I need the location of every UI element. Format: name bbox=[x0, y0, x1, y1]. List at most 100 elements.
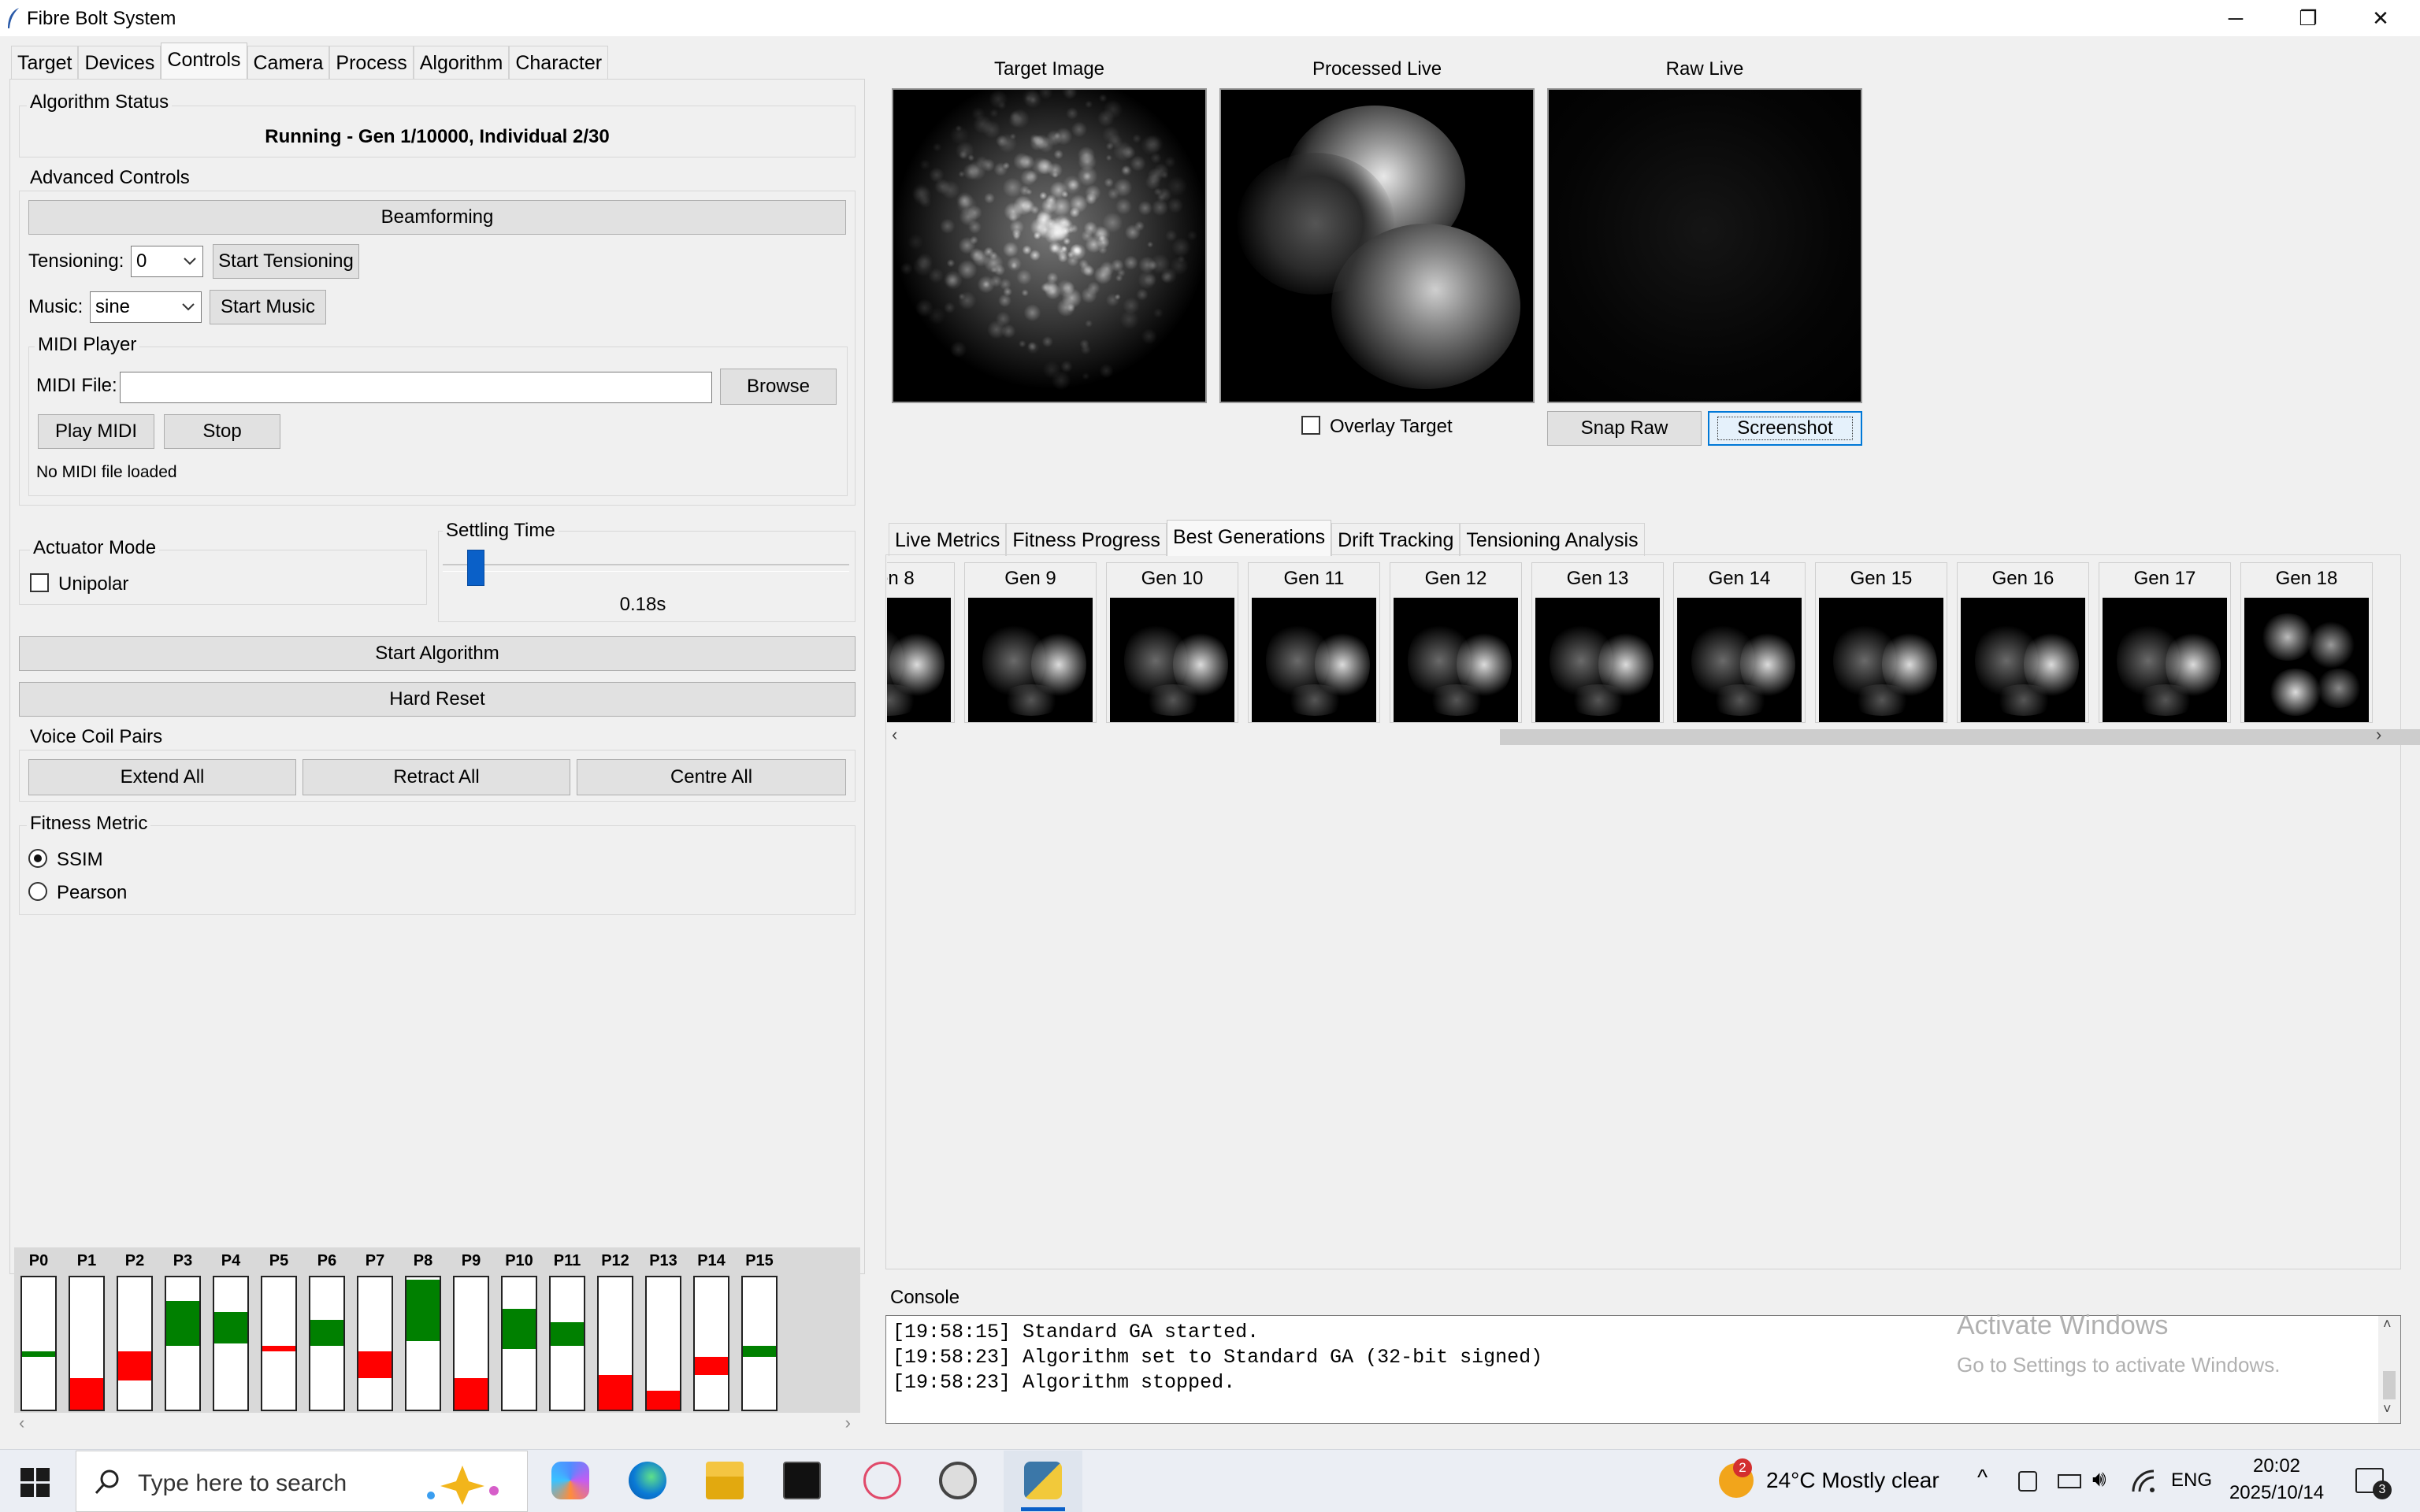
scroll-left-icon[interactable]: ‹ bbox=[19, 1413, 24, 1433]
tab-character[interactable]: Character bbox=[509, 46, 609, 79]
actuator-meter-bar bbox=[20, 1276, 57, 1411]
pearson-radio[interactable] bbox=[28, 882, 47, 901]
generation-card[interactable]: Gen 15 bbox=[1815, 562, 1947, 723]
generation-card[interactable]: Gen 14 bbox=[1673, 562, 1806, 723]
wifi-icon[interactable] bbox=[2132, 1469, 2155, 1493]
scrollbar-thumb[interactable] bbox=[2383, 1371, 2396, 1399]
generation-image bbox=[2244, 598, 2369, 722]
file-explorer-icon[interactable] bbox=[706, 1462, 744, 1499]
scroll-left-icon[interactable]: ‹ bbox=[892, 724, 897, 745]
extend-all-button[interactable]: Extend All bbox=[28, 759, 296, 795]
generation-horizontal-scrollbar[interactable]: ‹ › bbox=[887, 724, 2420, 747]
tab-live-metrics[interactable]: Live Metrics bbox=[889, 523, 1007, 556]
speckle-pattern bbox=[893, 90, 1205, 402]
tab-fitness-progress[interactable]: Fitness Progress bbox=[1006, 523, 1167, 556]
console-line: [19:58:23] Algorithm set to Standard GA … bbox=[893, 1346, 1543, 1369]
actuator-meter-label: P11 bbox=[553, 1252, 581, 1269]
windows-start-icon[interactable] bbox=[20, 1468, 50, 1498]
generation-card[interactable]: Gen 17 bbox=[2099, 562, 2231, 723]
restore-button[interactable]: ❐ bbox=[2272, 0, 2344, 36]
stop-midi-button[interactable]: Stop bbox=[164, 414, 280, 449]
generation-card[interactable]: Gen 8 bbox=[887, 562, 955, 723]
actuator-meter-p10: P10 bbox=[498, 1252, 540, 1411]
generation-card[interactable]: Gen 12 bbox=[1390, 562, 1522, 723]
actuator-meter-p2: P2 bbox=[113, 1252, 156, 1411]
generation-card[interactable]: Gen 16 bbox=[1957, 562, 2089, 723]
close-button[interactable]: ✕ bbox=[2344, 0, 2417, 36]
scroll-right-icon[interactable]: › bbox=[845, 1413, 851, 1433]
tab-devices[interactable]: Devices bbox=[78, 46, 161, 79]
overlay-target-checkbox[interactable] bbox=[1301, 416, 1320, 435]
tab-camera[interactable]: Camera bbox=[247, 46, 330, 79]
generation-image bbox=[1961, 598, 2085, 722]
midi-file-input[interactable] bbox=[120, 372, 712, 403]
centre-all-button[interactable]: Centre All bbox=[577, 759, 846, 795]
retract-all-button[interactable]: Retract All bbox=[302, 759, 570, 795]
activate-windows-subtitle: Go to Settings to activate Windows. bbox=[1957, 1353, 2281, 1377]
tab-algorithm[interactable]: Algorithm bbox=[413, 46, 510, 79]
copilot-icon[interactable] bbox=[551, 1462, 589, 1499]
generation-card[interactable]: Gen 13 bbox=[1531, 562, 1664, 723]
weather-text[interactable]: 24°C Mostly clear bbox=[1766, 1468, 1939, 1493]
tab-drift-tracking[interactable]: Drift Tracking bbox=[1331, 523, 1461, 556]
meter-horizontal-scrollbar[interactable]: ‹ › bbox=[11, 1413, 859, 1435]
generation-card[interactable]: Gen 11 bbox=[1248, 562, 1380, 723]
unipolar-checkbox[interactable] bbox=[30, 573, 49, 592]
minimize-button[interactable]: ─ bbox=[2199, 0, 2272, 36]
actuator-meter-label: P12 bbox=[601, 1252, 629, 1269]
snipping-tool-icon[interactable] bbox=[863, 1462, 901, 1499]
music-label: Music: bbox=[28, 296, 84, 317]
actuator-meter-label: P15 bbox=[745, 1252, 774, 1269]
ssim-radio[interactable] bbox=[28, 849, 47, 868]
beamforming-button[interactable]: Beamforming bbox=[28, 200, 846, 235]
console-vertical-scrollbar[interactable]: ˄ ˅ bbox=[2378, 1316, 2400, 1423]
meet-now-icon[interactable] bbox=[2018, 1471, 2037, 1492]
music-select[interactable]: sine bbox=[90, 291, 202, 323]
scroll-down-icon[interactable]: ˅ bbox=[2383, 1401, 2392, 1418]
tab-tensioning-analysis[interactable]: Tensioning Analysis bbox=[1460, 523, 1645, 556]
processed-live-image bbox=[1219, 88, 1535, 403]
clock-time[interactable]: 20:02 bbox=[2229, 1455, 2324, 1477]
actuator-meter-fill bbox=[503, 1309, 536, 1349]
generation-card[interactable]: Gen 10 bbox=[1106, 562, 1238, 723]
actuator-meter-p6: P6 bbox=[306, 1252, 348, 1411]
volume-icon[interactable]: 🔊︎ bbox=[2092, 1466, 2106, 1492]
actuator-meter-p8: P8 bbox=[402, 1252, 444, 1411]
taskbar-search-box[interactable]: Type here to search bbox=[76, 1451, 528, 1512]
browse-button[interactable]: Browse bbox=[720, 369, 837, 405]
scrollbar-thumb[interactable] bbox=[1500, 729, 2420, 745]
edge-browser-icon[interactable] bbox=[629, 1462, 666, 1499]
settling-time-slider-thumb[interactable] bbox=[466, 550, 484, 586]
actuator-meter-p7: P7 bbox=[354, 1252, 396, 1411]
show-hidden-icons-icon[interactable]: ^ bbox=[1977, 1465, 1988, 1490]
scroll-up-icon[interactable]: ˄ bbox=[2383, 1316, 2392, 1332]
tab-target[interactable]: Target bbox=[11, 46, 79, 79]
battery-icon[interactable] bbox=[2058, 1474, 2081, 1488]
camera-app-icon[interactable] bbox=[939, 1462, 977, 1499]
python-app-taskbar-button[interactable] bbox=[1004, 1451, 1082, 1512]
tab-process[interactable]: Process bbox=[329, 46, 414, 79]
generation-label: Gen 18 bbox=[2275, 568, 2338, 589]
start-algorithm-button[interactable]: Start Algorithm bbox=[19, 636, 856, 671]
screenshot-button[interactable]: Screenshot bbox=[1708, 411, 1862, 446]
hard-reset-button[interactable]: Hard Reset bbox=[19, 682, 856, 717]
snap-raw-button[interactable]: Snap Raw bbox=[1547, 411, 1702, 446]
generation-card[interactable]: Gen 9 bbox=[964, 562, 1097, 723]
settling-time-slider[interactable] bbox=[443, 564, 849, 572]
generation-label: Gen 17 bbox=[2133, 568, 2196, 589]
start-tensioning-button[interactable]: Start Tensioning bbox=[213, 244, 359, 279]
actuator-meter-fill bbox=[599, 1375, 632, 1410]
tab-best-generations[interactable]: Best Generations bbox=[1166, 520, 1332, 556]
tensioning-select[interactable]: 0 bbox=[131, 246, 203, 277]
start-music-button[interactable]: Start Music bbox=[210, 290, 326, 324]
language-indicator[interactable]: ENG bbox=[2171, 1469, 2212, 1492]
generation-image bbox=[1819, 598, 1943, 722]
chevron-down-icon bbox=[182, 303, 195, 311]
terminal-icon[interactable] bbox=[783, 1462, 821, 1499]
tab-controls[interactable]: Controls bbox=[161, 43, 247, 79]
actuator-meter-fill bbox=[358, 1351, 392, 1378]
play-midi-button[interactable]: Play MIDI bbox=[38, 414, 154, 449]
generation-card[interactable]: Gen 18 bbox=[2240, 562, 2373, 723]
clock-date[interactable]: 2025/10/14 bbox=[2223, 1482, 2330, 1504]
scroll-right-icon[interactable]: › bbox=[2376, 724, 2381, 745]
